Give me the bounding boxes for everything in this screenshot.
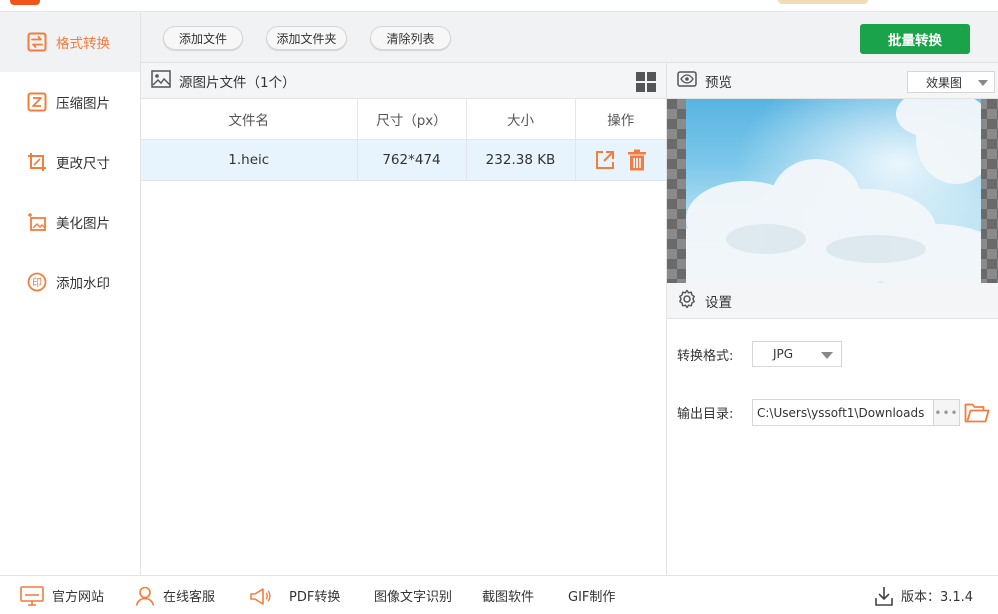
file-list-panel: 源图片文件（1个） 文件名 尺寸（px） 大小 操作 1.heic 762*47… — [141, 63, 667, 575]
watermark-icon: 印 — [26, 271, 48, 293]
column-header-filename[interactable]: 文件名 — [141, 99, 358, 140]
open-external-icon[interactable] — [593, 148, 617, 172]
gear-icon — [677, 289, 697, 313]
convert-icon — [26, 31, 48, 53]
file-name-cell: 1.heic — [141, 139, 358, 181]
delete-icon[interactable] — [625, 148, 649, 172]
sidebar-item-label: 更改尺寸 — [56, 156, 110, 172]
sidebar-item-label: 压缩图片 — [56, 96, 110, 112]
screenshot-software-link[interactable]: 截图软件 — [482, 576, 534, 614]
sidebar-item-beautify[interactable]: 美化图片 — [0, 192, 140, 252]
ocr-link[interactable]: 图像文字识别 — [374, 576, 452, 614]
output-path-field[interactable]: C:\Users\yssoft1\Downloads — [752, 399, 933, 426]
output-dir-row: 输出目录: C:\Users\yssoft1\Downloads ••• — [677, 399, 991, 426]
preview-title: 预览 — [705, 74, 732, 91]
top-promo-button[interactable] — [778, 0, 868, 4]
file-list-header: 源图片文件（1个） — [141, 63, 666, 99]
format-select[interactable]: JPG — [752, 341, 842, 367]
bottom-bar: 官方网站 在线客服 PDF转换 图像文字识别 截图软件 GIF制作 版本：3.1… — [0, 575, 998, 614]
sidebar-item-format-convert[interactable]: 格式转换 — [0, 12, 140, 72]
settings-panel: 设置 转换格式: JPG 输出目录: C:\Users\yssoft1\Down… — [667, 283, 998, 575]
table-row[interactable]: 1.heic 762*474 232.38 KB — [141, 139, 666, 181]
sidebar: 格式转换 压缩图片 更改尺寸 美化图片 印 添加水印 — [0, 12, 141, 575]
toolbar: 添加文件 添加文件夹 清除列表 批量转换 — [141, 12, 998, 63]
column-header-actions: 操作 — [575, 99, 666, 140]
column-header-size[interactable]: 大小 — [466, 99, 576, 140]
sidebar-item-label: 美化图片 — [56, 216, 110, 232]
compress-icon — [26, 91, 48, 113]
version-label: 版本：3.1.4 — [901, 590, 974, 605]
sidebar-item-label: 添加水印 — [56, 276, 110, 292]
clear-list-button[interactable]: 清除列表 — [370, 26, 451, 50]
beautify-icon — [26, 211, 48, 233]
open-folder-icon[interactable] — [963, 399, 991, 426]
chevron-down-icon — [821, 352, 833, 359]
svg-text:印: 印 — [32, 277, 42, 289]
sidebar-item-resize[interactable]: 更改尺寸 — [0, 132, 140, 192]
app-logo — [10, 0, 40, 5]
pdf-convert-label: PDF转换 — [289, 590, 341, 605]
gif-maker-link[interactable]: GIF制作 — [568, 576, 615, 614]
column-header-dimensions[interactable]: 尺寸（px） — [357, 99, 467, 140]
chevron-down-icon — [978, 80, 988, 86]
eye-icon — [677, 70, 697, 91]
download-icon — [875, 586, 893, 606]
preview-panel: 预览 效果图 — [667, 63, 998, 283]
output-dir-label: 输出目录: — [677, 407, 734, 422]
file-size-cell: 232.38 KB — [466, 139, 576, 181]
online-support-link[interactable]: 在线客服 — [135, 576, 215, 614]
sidebar-item-label: 格式转换 — [56, 36, 110, 52]
add-folder-button[interactable]: 添加文件夹 — [266, 26, 347, 50]
grid-view-icon[interactable] — [636, 72, 656, 92]
format-value: JPG — [773, 347, 794, 361]
file-actions-cell — [575, 139, 666, 181]
preview-canvas — [667, 99, 998, 283]
format-row: 转换格式: JPG — [677, 341, 842, 367]
preview-mode-value: 效果图 — [926, 75, 963, 90]
file-dimensions-cell: 762*474 — [357, 139, 467, 181]
add-file-button[interactable]: 添加文件 — [163, 26, 243, 50]
official-website-link[interactable]: 官方网站 — [20, 576, 104, 614]
pdf-convert-link[interactable]: PDF转换 — [249, 576, 340, 614]
format-label: 转换格式: — [677, 348, 734, 364]
megaphone-icon — [249, 586, 271, 606]
preview-mode-select[interactable]: 效果图 — [907, 71, 995, 93]
file-list-title: 源图片文件（1个） — [179, 74, 296, 91]
resize-icon — [26, 151, 48, 173]
file-table: 文件名 尺寸（px） 大小 操作 1.heic 762*474 232.38 K… — [141, 99, 666, 181]
window-top-edge — [0, 0, 998, 12]
official-website-label: 官方网站 — [52, 590, 105, 605]
browse-dots-button[interactable]: ••• — [933, 399, 960, 426]
batch-convert-button[interactable]: 批量转换 — [860, 24, 970, 54]
user-icon — [135, 586, 155, 606]
sidebar-item-watermark[interactable]: 印 添加水印 — [0, 252, 140, 312]
preview-header: 预览 效果图 — [667, 63, 998, 99]
version-info[interactable]: 版本：3.1.4 — [875, 576, 973, 614]
online-support-label: 在线客服 — [163, 590, 216, 605]
settings-header: 设置 — [667, 283, 998, 319]
settings-title: 设置 — [705, 294, 732, 311]
sidebar-item-compress[interactable]: 压缩图片 — [0, 72, 140, 132]
preview-image — [686, 99, 981, 283]
image-icon — [151, 69, 171, 92]
monitor-icon — [20, 585, 44, 606]
